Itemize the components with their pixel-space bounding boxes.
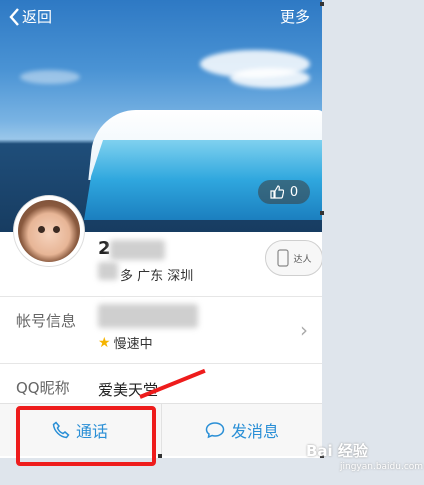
resize-handle (320, 211, 324, 215)
avatar-photo (18, 200, 80, 262)
baidu-watermark-url: jingyan.baidu.com (340, 462, 424, 472)
resize-handle (320, 2, 324, 6)
qq-nickname-label: QQ昵称 (16, 379, 70, 397)
divider (0, 363, 322, 364)
account-redaction (98, 304, 198, 328)
chat-bubble-icon (205, 422, 225, 439)
like-button[interactable]: 0 (258, 180, 310, 204)
resize-handle (158, 454, 162, 458)
chevron-left-icon (9, 7, 19, 26)
avatar[interactable] (14, 196, 84, 266)
badge-label: 达人 (293, 254, 312, 265)
phone-badge-icon (277, 249, 290, 267)
send-message-button[interactable]: 发消息 (161, 404, 322, 456)
thumbs-up-icon (270, 185, 284, 199)
account-info-label: 帐号信息 (16, 312, 77, 330)
like-count: 0 (289, 184, 299, 200)
annotation-highlight-box (16, 406, 156, 466)
chevron-right-icon[interactable]: › (300, 318, 308, 342)
more-button[interactable]: 更多 (280, 6, 310, 27)
speed-status: ★ 慢速中 (98, 333, 153, 353)
back-label: 返回 (22, 8, 53, 26)
talent-badge[interactable]: 达人 (265, 240, 322, 276)
divider (0, 296, 322, 297)
age-redaction (98, 262, 118, 280)
nickname-redaction (110, 240, 165, 260)
message-label: 发消息 (230, 422, 279, 441)
qq-nickname-value: 爱美天堂 (98, 381, 159, 399)
star-icon: ★ (98, 334, 111, 351)
speed-label: 慢速中 (113, 337, 153, 352)
nickname: 2 (98, 238, 111, 259)
location-text: 多 广东 深圳 (120, 269, 194, 284)
back-button[interactable]: 返回 (8, 6, 52, 27)
baidu-watermark: Bai 经验 (306, 442, 368, 460)
top-bar: 返回 更多 (0, 0, 322, 32)
